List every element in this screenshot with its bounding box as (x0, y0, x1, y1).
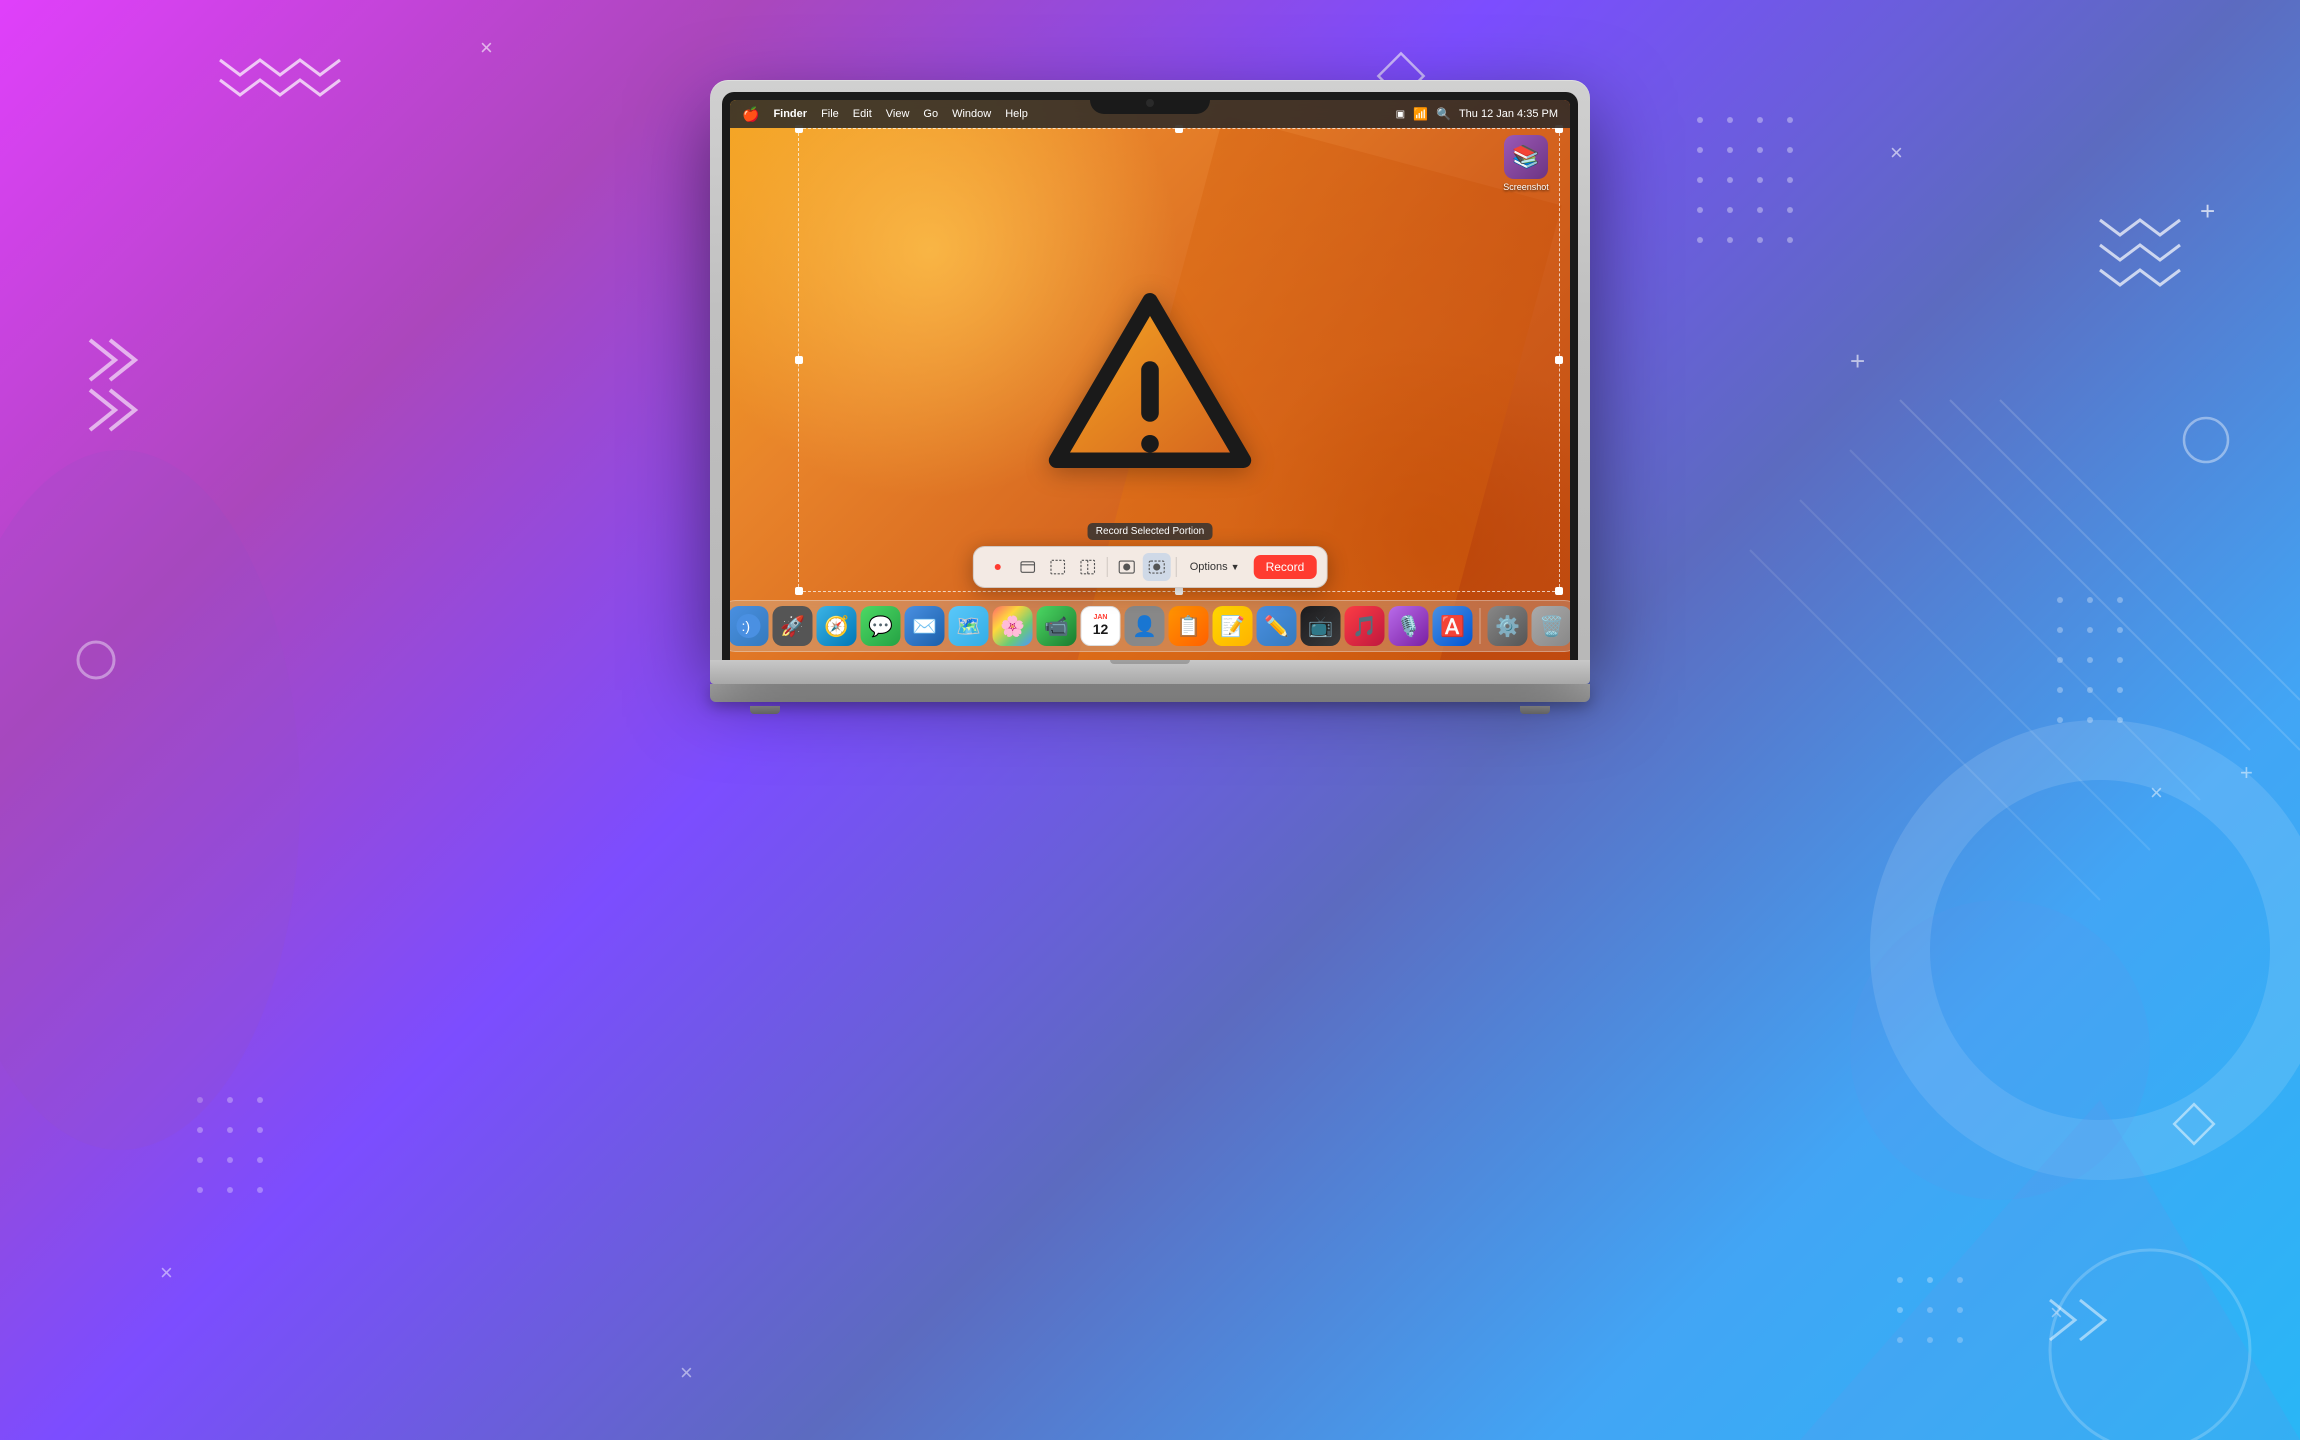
dock-icon-podcasts[interactable]: 🎙️ (1389, 606, 1429, 646)
svg-text:+: + (2240, 760, 2253, 785)
dock-icon-messages[interactable]: 💬 (861, 606, 901, 646)
menu-window[interactable]: Window (952, 108, 991, 120)
menu-bar-right: ▣ 📶 🔍 Thu 12 Jan 4:35 PM (1396, 107, 1558, 121)
toolbar-divider-1 (1107, 557, 1108, 577)
desktop-icon[interactable]: 📚 Screenshot (1496, 135, 1556, 192)
menu-bar-left: 🍎 Finder File Edit View Go Window Help (742, 106, 1028, 123)
handle-middle-left[interactable] (795, 356, 803, 364)
menu-go[interactable]: Go (923, 108, 938, 120)
dock-icon-launchpad[interactable]: 🚀 (773, 606, 813, 646)
screen: 🍎 Finder File Edit View Go Window Help ▣… (730, 100, 1570, 660)
menu-help[interactable]: Help (1005, 108, 1028, 120)
foot-left (750, 706, 780, 714)
apple-menu[interactable]: 🍎 (742, 106, 759, 123)
trackpad-notch (1110, 660, 1190, 664)
menu-datetime: Thu 12 Jan 4:35 PM (1459, 108, 1558, 120)
dock-icon-music[interactable]: 🎵 (1345, 606, 1385, 646)
dock-divider (1480, 608, 1481, 644)
handle-middle-right[interactable] (1555, 356, 1563, 364)
dock: :) 🚀 🧭 💬 (730, 600, 1570, 652)
handle-bottom-middle[interactable] (1175, 587, 1183, 595)
dock-icon-safari[interactable]: 🧭 (817, 606, 857, 646)
foot-right (1520, 706, 1550, 714)
screen-bezel: 🍎 Finder File Edit View Go Window Help ▣… (722, 92, 1578, 660)
svg-text:×: × (160, 1260, 173, 1285)
record-region-btn[interactable] (1143, 553, 1171, 581)
macbook: 🍎 Finder File Edit View Go Window Help ▣… (710, 80, 1590, 714)
svg-text:×: × (480, 35, 493, 60)
menu-search[interactable]: 🔍 (1436, 107, 1451, 121)
svg-text:+: + (1850, 346, 1865, 376)
region-capture-2-btn[interactable] (1074, 553, 1102, 581)
dock-icon-facetime[interactable]: 📹 (1037, 606, 1077, 646)
macbook-body: 🍎 Finder File Edit View Go Window Help ▣… (710, 80, 1590, 660)
desktop-icon-img: 📚 (1504, 135, 1548, 179)
screenshot-toolbar: Record Selected Portion (973, 546, 1328, 588)
toolbar-tooltip: Record Selected Portion (1088, 523, 1212, 540)
dock-icon-maps[interactable]: 🗺️ (949, 606, 989, 646)
notch (1090, 92, 1210, 114)
desktop-icon-label: Screenshot (1503, 182, 1549, 192)
svg-text:+: + (2200, 196, 2215, 226)
camera-dot (1146, 99, 1154, 107)
dock-icon-finder[interactable]: :) (730, 606, 769, 646)
menu-view[interactable]: View (886, 108, 910, 120)
region-capture-btn[interactable] (1044, 553, 1072, 581)
record-button[interactable]: Record (1254, 555, 1317, 579)
handle-bottom-right[interactable] (1555, 587, 1563, 595)
menu-edit[interactable]: Edit (853, 108, 872, 120)
options-button[interactable]: Options ▼ (1182, 557, 1248, 577)
menu-finder[interactable]: Finder (773, 108, 807, 120)
svg-text:×: × (680, 1360, 693, 1385)
desktop-icon-emoji: 📚 (1512, 144, 1539, 170)
macbook-chin (710, 660, 1590, 684)
options-label: Options (1190, 561, 1228, 573)
dock-icon-calendar[interactable]: JAN 12 (1081, 606, 1121, 646)
menu-file[interactable]: File (821, 108, 839, 120)
dock-icon-mail[interactable]: ✉️ (905, 606, 945, 646)
dock-icon-contacts[interactable]: 👤 (1125, 606, 1165, 646)
dock-icon-appletv[interactable]: 📺 (1301, 606, 1341, 646)
dock-icon-appstore[interactable]: 🅰️ (1433, 606, 1473, 646)
dock-icon-photos[interactable]: 🌸 (993, 606, 1033, 646)
dock-icon-prefs[interactable]: ⚙️ (1488, 606, 1528, 646)
handle-bottom-left[interactable] (795, 587, 803, 595)
record-full-btn[interactable] (1113, 553, 1141, 581)
svg-text:×: × (2150, 780, 2163, 805)
toolbar-divider-2 (1176, 557, 1177, 577)
dock-icon-reminders[interactable]: 📋 (1169, 606, 1209, 646)
screenshot-dot-btn[interactable] (984, 553, 1012, 581)
window-capture-btn[interactable] (1014, 553, 1042, 581)
menu-screen-record[interactable]: ▣ (1396, 109, 1405, 120)
svg-text::): :) (742, 618, 751, 634)
dock-icon-notes[interactable]: 📝 (1213, 606, 1253, 646)
macbook-base (710, 684, 1590, 702)
svg-text:×: × (2050, 1300, 2063, 1325)
menu-wifi[interactable]: 📶 (1413, 107, 1428, 121)
macbook-feet (710, 706, 1590, 714)
svg-text:×: × (1890, 140, 1903, 165)
dock-icon-trash[interactable]: 🗑️ (1532, 606, 1571, 646)
options-chevron: ▼ (1231, 562, 1240, 572)
dock-icon-freeform[interactable]: ✏️ (1257, 606, 1297, 646)
